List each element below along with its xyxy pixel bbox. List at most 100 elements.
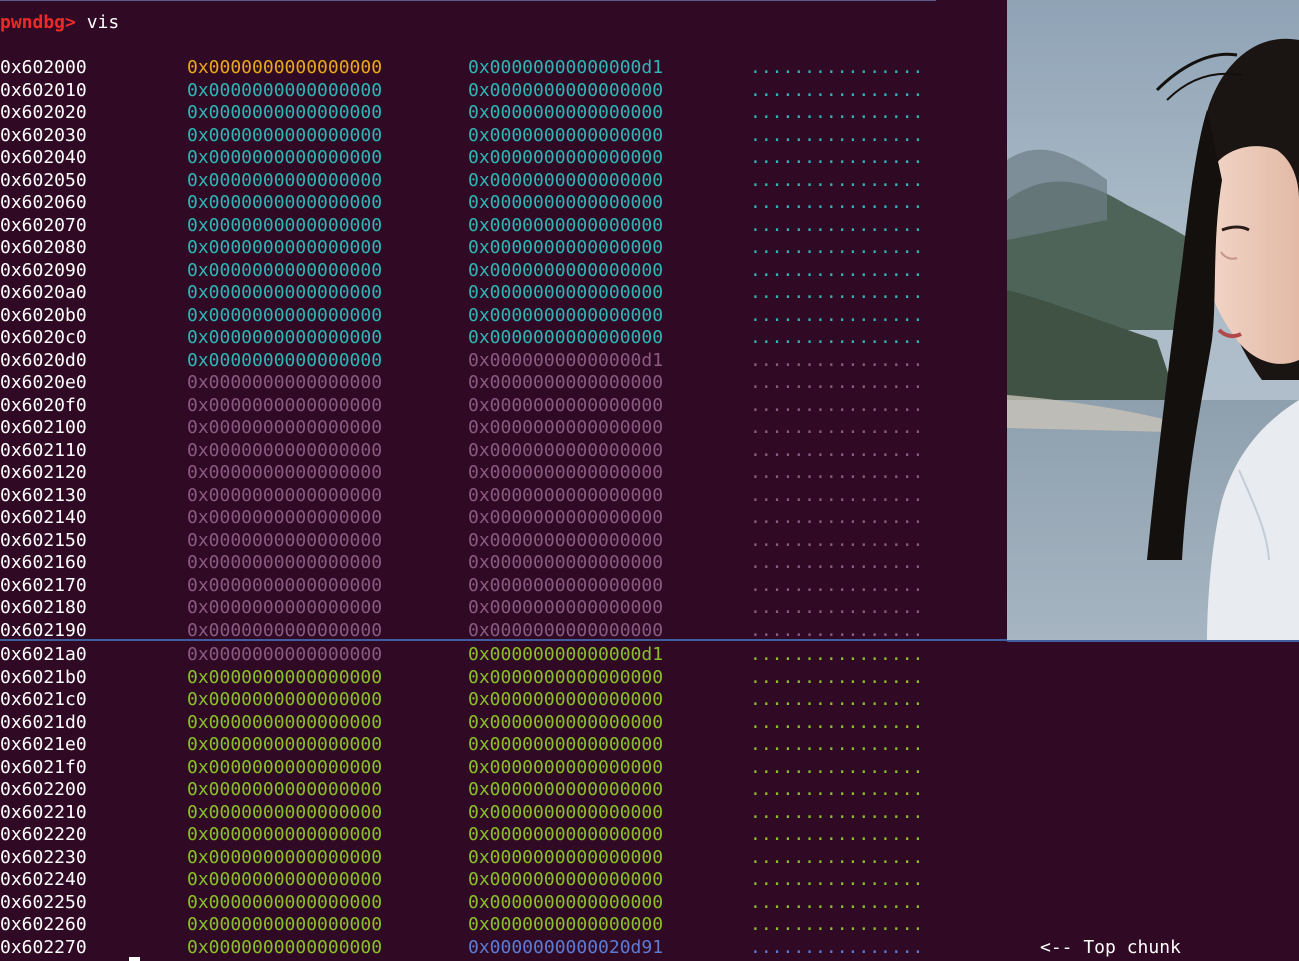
row-qword-1: 0x0000000000000000 (187, 552, 383, 573)
row-ascii: ................ (750, 507, 924, 528)
row-ascii: ................ (750, 394, 924, 416)
row-qword-2: 0x0000000000000000 (468, 869, 664, 890)
row-ascii: ................ (750, 304, 924, 326)
row-qword-2: 0x0000000000000000 (468, 507, 664, 528)
row-qword-2: 0x0000000000000000 (468, 552, 664, 573)
row-qword-2: 0x0000000000000000 (468, 327, 664, 348)
row-ascii: ................ (750, 484, 924, 506)
row-address: 0x602220 (0, 824, 87, 845)
heap-row: 0x6021a0 0x0000000000000000 0x000000000000… (0, 644, 1299, 666)
row-ascii: ................ (750, 259, 924, 281)
row-address: 0x602020 (0, 102, 87, 123)
row-ascii: ................ (750, 102, 924, 123)
row-qword-1: 0x0000000000000000 (187, 462, 383, 483)
row-qword-1: 0x0000000000000000 (187, 529, 383, 551)
row-qword-2: 0x0000000000000000 (468, 147, 664, 168)
row-ascii: ................ (750, 237, 924, 258)
row-ascii: ................ (750, 349, 924, 371)
row-qword-1: 0x0000000000000000 (187, 869, 383, 890)
row-qword-1: 0x0000000000000000 (187, 689, 383, 710)
row-ascii: ................ (750, 147, 924, 168)
row-qword-1: 0x0000000000000000 (187, 597, 383, 618)
row-address: 0x6020e0 (0, 372, 87, 393)
row-qword-2: 0x0000000000000000 (468, 439, 664, 461)
row-qword-2: 0x0000000000000000 (468, 192, 664, 213)
row-ascii: ................ (750, 756, 924, 778)
row-address: 0x6020d0 (0, 349, 87, 371)
heap-row: 0x6021f0 0x0000000000000000 0x000000000000… (0, 757, 1299, 779)
row-address: 0x602270 (0, 936, 87, 958)
heap-row: 0x602200 0x0000000000000000 0x000000000000… (0, 779, 1299, 801)
row-ascii: ................ (750, 666, 924, 688)
row-qword-2: 0x00000000000000d1 (468, 644, 664, 665)
row-qword-1: 0x0000000000000000 (187, 417, 383, 438)
row-qword-2: 0x0000000000000000 (468, 462, 664, 483)
row-qword-1: 0x0000000000000000 (187, 282, 383, 303)
row-address: 0x6021d0 (0, 711, 87, 733)
row-qword-2: 0x0000000000000000 (468, 734, 664, 755)
row-qword-2: 0x0000000000000000 (468, 574, 664, 596)
row-address: 0x602180 (0, 597, 87, 618)
row-address: 0x6020c0 (0, 327, 87, 348)
row-address: 0x6021f0 (0, 756, 87, 778)
row-qword-2: 0x0000000000000000 (468, 756, 664, 778)
heap-row: 0x602220 0x0000000000000000 0x000000000000… (0, 824, 1299, 846)
row-address: 0x602060 (0, 192, 87, 213)
heap-row: 0x6021c0 0x0000000000000000 0x000000000000… (0, 689, 1299, 711)
row-qword-2: 0x0000000000020d91 (468, 936, 664, 958)
heap-row: 0x6021e0 0x0000000000000000 0x000000000000… (0, 734, 1299, 756)
row-ascii: ................ (750, 914, 924, 935)
row-address: 0x602030 (0, 124, 87, 146)
row-ascii: ................ (750, 846, 924, 868)
row-qword-1: 0x0000000000000000 (187, 79, 383, 101)
row-qword-1: 0x0000000000000000 (187, 756, 383, 778)
row-qword-1: 0x0000000000000000 (187, 846, 383, 868)
row-qword-1: 0x0000000000000000 (187, 507, 383, 528)
row-qword-1: 0x0000000000000000 (187, 936, 383, 958)
row-qword-2: 0x0000000000000000 (468, 801, 664, 823)
row-address: 0x602210 (0, 801, 87, 823)
row-qword-1: 0x0000000000000000 (187, 214, 383, 236)
row-qword-2: 0x0000000000000000 (468, 417, 664, 438)
row-ascii: ................ (750, 779, 924, 800)
row-qword-2: 0x0000000000000000 (468, 914, 664, 935)
heap-row: 0x6021d0 0x0000000000000000 0x000000000000… (0, 712, 1299, 734)
row-qword-1: 0x0000000000000000 (187, 394, 383, 416)
row-qword-1: 0x0000000000000000 (187, 914, 383, 935)
row-qword-1: 0x0000000000000000 (187, 327, 383, 348)
row-ascii: ................ (750, 529, 924, 551)
heap-row: 0x602210 0x0000000000000000 0x000000000000… (0, 802, 1299, 824)
row-qword-2: 0x0000000000000000 (468, 214, 664, 236)
row-address: 0x602230 (0, 846, 87, 868)
row-qword-2: 0x0000000000000000 (468, 237, 664, 258)
row-ascii: ................ (750, 439, 924, 461)
terminal-window[interactable]: pwndbg> vis 0x602000 0x0000000000000000 0x… (0, 0, 1299, 961)
row-ascii: ................ (750, 824, 924, 845)
row-qword-1: 0x0000000000000000 (187, 734, 383, 755)
row-ascii: ................ (750, 214, 924, 236)
row-qword-1: 0x0000000000000000 (187, 169, 383, 191)
prompt-label: pwndbg> (0, 12, 76, 33)
row-qword-1: 0x0000000000000000 (187, 891, 383, 913)
row-address: 0x6021e0 (0, 734, 87, 755)
row-address: 0x602260 (0, 914, 87, 935)
row-qword-1: 0x0000000000000000 (187, 304, 383, 326)
row-address: 0x602050 (0, 169, 87, 191)
row-ascii: ................ (750, 327, 924, 348)
row-address: 0x6020a0 (0, 282, 87, 303)
row-qword-2: 0x0000000000000000 (468, 846, 664, 868)
row-qword-2: 0x00000000000000d1 (468, 57, 664, 78)
portrait-photo (1007, 0, 1299, 640)
row-qword-2: 0x0000000000000000 (468, 259, 664, 281)
command-text: vis (86, 12, 120, 33)
row-qword-1: 0x0000000000000000 (187, 237, 383, 258)
row-qword-2: 0x0000000000000000 (468, 689, 664, 710)
row-qword-2: 0x0000000000000000 (468, 169, 664, 191)
row-address: 0x602200 (0, 779, 87, 800)
row-qword-2: 0x0000000000000000 (468, 102, 664, 123)
row-address: 0x602120 (0, 462, 87, 483)
row-qword-1: 0x0000000000000000 (187, 484, 383, 506)
row-qword-2: 0x0000000000000000 (468, 124, 664, 146)
row-address: 0x602070 (0, 214, 87, 236)
row-qword-1: 0x0000000000000000 (187, 102, 383, 123)
